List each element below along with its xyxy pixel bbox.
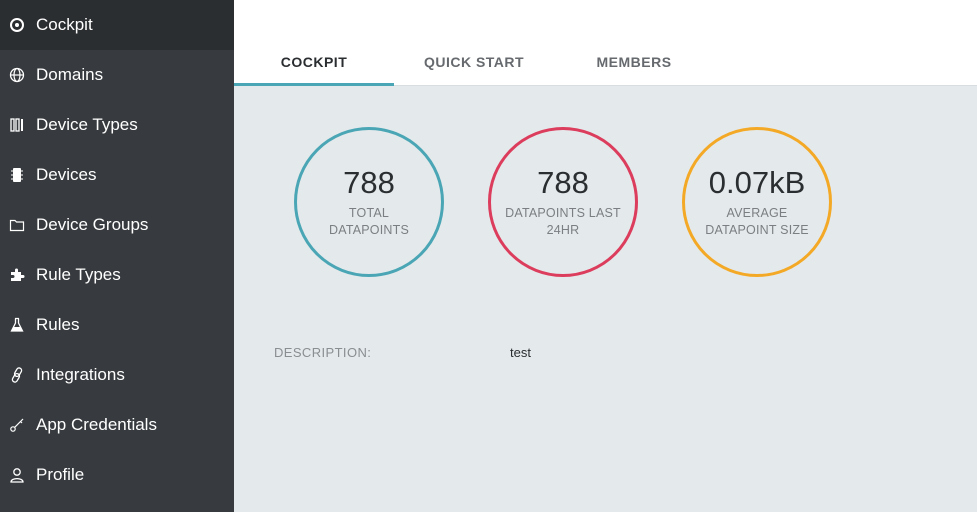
sidebar-item-label: Rules: [36, 315, 80, 334]
user-icon: [8, 466, 26, 484]
sidebar-item-label: Profile: [36, 465, 85, 484]
tab-members[interactable]: MEMBERS: [554, 38, 714, 86]
sidebar-item-label: Device Types: [36, 115, 138, 134]
sidebar-item-label: Cockpit: [36, 15, 93, 34]
stat-value: 788: [343, 165, 395, 200]
chip-icon: [8, 166, 26, 184]
globe-icon: [8, 66, 26, 84]
sidebar-item-label: Rule Types: [36, 265, 121, 284]
sidebar-item-app-credentials[interactable]: App Credentials: [0, 400, 234, 450]
stat-label: TOTAL DATAPOINTS: [328, 206, 409, 237]
sidebar-item-rule-types[interactable]: Rule Types: [0, 250, 234, 300]
tab-cockpit[interactable]: COCKPIT: [234, 38, 394, 86]
stat-label: AVERAGE DATAPOINT SIZE: [705, 206, 809, 237]
sidebar-item-integrations[interactable]: Integrations: [0, 350, 234, 400]
description-label: DESCRIPTION:: [274, 345, 372, 360]
cockpit-panel: 788 TOTAL DATAPOINTS 788 DATAPOINTS LAST…: [234, 87, 977, 512]
tab-quick-start[interactable]: QUICK START: [394, 38, 554, 86]
sidebar-item-cockpit[interactable]: Cockpit: [0, 0, 234, 50]
sidebar-item-label: App Credentials: [36, 415, 157, 434]
flask-icon: [8, 316, 26, 334]
sidebar-item-label: Domains: [36, 65, 104, 84]
device-types-icon: [8, 116, 26, 134]
sidebar-item-device-groups[interactable]: Device Groups: [0, 200, 234, 250]
sidebar-item-profile[interactable]: Profile: [0, 450, 234, 500]
sidebar-item-rules[interactable]: Rules: [0, 300, 234, 350]
folder-icon: [8, 216, 26, 234]
stat-value: 0.07kB: [708, 165, 806, 200]
total-datapoints-stat: 788 TOTAL DATAPOINTS: [294, 127, 444, 277]
sidebar-item-devices[interactable]: Devices: [0, 150, 234, 200]
sidebar-item-label: Devices: [36, 165, 97, 184]
sidebar-item-label: Integrations: [36, 365, 125, 384]
sidebar-item-device-types[interactable]: Device Types: [0, 100, 234, 150]
compass-icon: [8, 16, 26, 34]
stat-value: 788: [537, 165, 589, 200]
puzzle-icon: [8, 266, 26, 284]
tab-bar: COCKPIT QUICK START MEMBERS: [234, 0, 977, 86]
datapoints-last-24hr-stat: 788 DATAPOINTS LAST 24HR: [488, 127, 638, 277]
average-datapoint-size-stat: 0.07kB AVERAGE DATAPOINT SIZE: [682, 127, 832, 277]
key-icon: [8, 416, 26, 434]
sidebar-item-label: Device Groups: [36, 215, 149, 234]
stat-label: DATAPOINTS LAST 24HR: [505, 206, 621, 237]
description-value: test: [510, 345, 531, 360]
link-icon: [8, 366, 26, 384]
sidebar-item-domains[interactable]: Domains: [0, 50, 234, 100]
sidebar: Cockpit Domains Device Types Devices Dev…: [0, 0, 234, 512]
